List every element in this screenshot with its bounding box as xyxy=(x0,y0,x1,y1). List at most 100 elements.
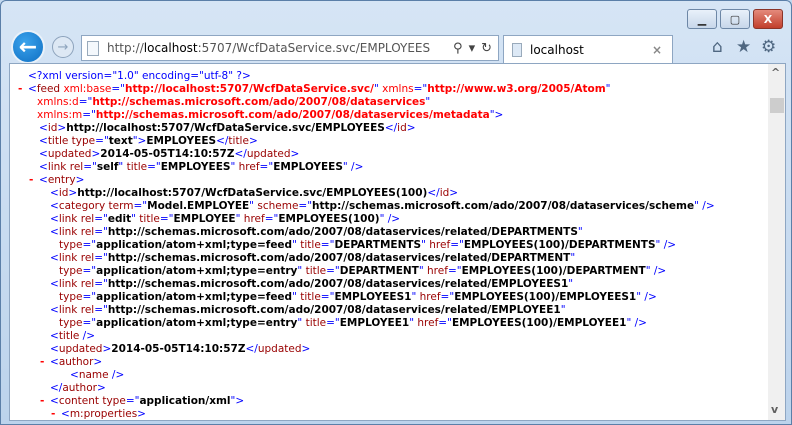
back-button[interactable]: ← xyxy=(11,30,45,64)
gear-icon[interactable]: ⚙ xyxy=(761,37,776,57)
xml-token: EMPLOYEES(100) xyxy=(278,213,380,225)
xml-token: link xyxy=(58,304,78,316)
xml-token: http://schemas.microsoft.com/ado/2007/08… xyxy=(312,200,695,212)
xml-line: type="application/atom+xml;type=feed" ti… xyxy=(10,239,715,252)
xml-token: updated xyxy=(246,148,291,160)
xml-token: href xyxy=(414,317,439,329)
xml-token: rel xyxy=(77,252,95,264)
xml-token: =" xyxy=(326,317,340,329)
xml-token: http://schemas.microsoft.com/ado/2007/08… xyxy=(107,226,578,238)
address-bar[interactable]: http://localhost:5707/WcfDataService.svc… xyxy=(81,35,499,61)
scrollbar-thumb[interactable] xyxy=(770,98,784,113)
xml-line: type="application/atom+xml;type=feed" ti… xyxy=(10,291,715,304)
scroll-up-icon[interactable]: ^ xyxy=(771,66,780,79)
xml-token: " /> xyxy=(342,161,364,173)
xml-line: <id>http://localhost:5707/WcfDataService… xyxy=(10,187,715,200)
xml-line: </author> xyxy=(10,382,715,395)
xml-token: < xyxy=(50,278,59,290)
xml-token: < xyxy=(61,408,70,420)
xml-line: <title /> xyxy=(10,330,715,343)
xml-token: =" xyxy=(82,109,96,121)
xml-tree: <?xml version="1.0" encoding="utf-8" ?> -… xyxy=(10,70,715,420)
url-path: :5707/WcfDataService.svc/EMPLOYEES xyxy=(197,41,431,55)
collapse-toggle[interactable]: - xyxy=(40,356,44,369)
xml-token: href xyxy=(235,161,260,173)
xml-token: type xyxy=(59,291,83,303)
collapse-toggle[interactable]: - xyxy=(40,395,44,408)
collapse-toggle[interactable]: - xyxy=(18,83,22,96)
xml-token: < xyxy=(50,213,59,225)
address-url[interactable]: http://localhost:5707/WcfDataService.svc… xyxy=(107,41,430,55)
xml-line: xmlns:d="http://schemas.microsoft.com/ad… xyxy=(10,96,715,109)
page-icon xyxy=(87,40,99,56)
xml-token: =" xyxy=(413,83,428,95)
xml-token: "> xyxy=(132,135,147,147)
chevron-down-icon[interactable]: ▾ xyxy=(469,41,476,56)
xml-line: - <feed xml:base="http://localhost:5707/W… xyxy=(10,83,715,96)
xml-token: =" xyxy=(147,161,161,173)
xml-line: <updated>2014-05-05T14:10:57Z</updated> xyxy=(10,148,715,161)
xml-token: EMPLOYEES(100)/DEPARTMENTS xyxy=(463,239,656,251)
xml-token: scheme xyxy=(254,200,299,212)
page-icon xyxy=(512,42,522,57)
xml-line: <name /> xyxy=(10,369,715,382)
xml-token: < xyxy=(28,83,37,95)
xml-line: xmlns:m="http://schemas.microsoft.com/ad… xyxy=(10,109,715,122)
tab-localhost[interactable]: localhost × xyxy=(503,35,673,63)
xml-token: =" xyxy=(298,200,313,212)
xml-token: > xyxy=(137,408,146,420)
home-icon[interactable]: ⌂ xyxy=(712,37,723,57)
xml-token: > xyxy=(68,187,78,199)
xml-token: =" xyxy=(94,304,108,316)
xml-token: title xyxy=(58,330,80,342)
xml-token: =" xyxy=(111,83,126,95)
xml-token: </ xyxy=(216,135,229,147)
xml-token: < xyxy=(50,200,59,212)
refresh-icon[interactable]: ↻ xyxy=(481,41,492,56)
xml-token: > xyxy=(406,122,416,134)
tab-title: localhost xyxy=(530,42,584,57)
xml-token: < xyxy=(50,330,59,342)
xml-token: =" xyxy=(264,213,279,225)
xml-token: " xyxy=(568,278,574,290)
xml-token: updated xyxy=(257,343,302,355)
xml-line: - <entry> xyxy=(10,174,715,187)
xml-token: link xyxy=(58,213,78,225)
xml-token: http://www.w3.org/2005/Atom xyxy=(427,83,606,95)
collapse-toggle[interactable]: - xyxy=(29,174,33,187)
xml-token: < xyxy=(50,304,59,316)
xml-token: < xyxy=(39,122,48,134)
xml-token: > xyxy=(96,382,106,394)
scroll-down-icon[interactable]: v xyxy=(771,403,778,416)
xml-token: author xyxy=(62,382,97,394)
xml-line: <link rel="self" title="EMPLOYEES" href=… xyxy=(10,161,715,174)
maximize-button[interactable]: ▢ xyxy=(720,9,750,29)
minimize-button[interactable]: ▁ xyxy=(687,9,717,29)
tab-close-icon[interactable]: × xyxy=(652,43,662,57)
star-icon[interactable]: ★ xyxy=(736,37,751,57)
xml-token: > xyxy=(290,148,300,160)
xml-token: xmlns:m xyxy=(37,109,83,121)
xml-token: =" xyxy=(78,96,93,108)
xml-token: http://schemas.microsoft.com/ado/2007/08… xyxy=(107,278,569,290)
xml-token: xmlns:d xyxy=(37,96,79,108)
xml-token: id xyxy=(397,122,407,134)
xml-line: type="application/atom+xml;type=entry" t… xyxy=(10,265,715,278)
xml-token: application/atom+xml;type=feed xyxy=(96,239,293,251)
xml-document-view: <?xml version="1.0" encoding="utf-8" ?> -… xyxy=(9,63,786,421)
vertical-scrollbar[interactable]: ^ v xyxy=(768,64,785,420)
xml-token: < xyxy=(50,356,59,368)
xml-token: id xyxy=(47,122,58,134)
forward-button[interactable]: → xyxy=(52,36,74,58)
xml-token: http://schemas.microsoft.com/ado/2007/08… xyxy=(95,109,490,121)
search-icon[interactable]: ⚲ xyxy=(453,41,463,56)
xml-token: =" xyxy=(94,213,108,225)
collapse-toggle[interactable]: - xyxy=(51,408,55,420)
xml-token: =" xyxy=(133,200,148,212)
xml-token: title xyxy=(302,317,327,329)
xml-token: updated xyxy=(58,343,103,355)
browser-window: ▁ ▢ X ← → http://localhost:5707/WcfDataS… xyxy=(0,0,792,425)
xml-line: <id>http://localhost:5707/WcfDataService… xyxy=(10,122,715,135)
close-button[interactable]: X xyxy=(753,9,783,29)
xml-token: "> xyxy=(489,109,504,121)
